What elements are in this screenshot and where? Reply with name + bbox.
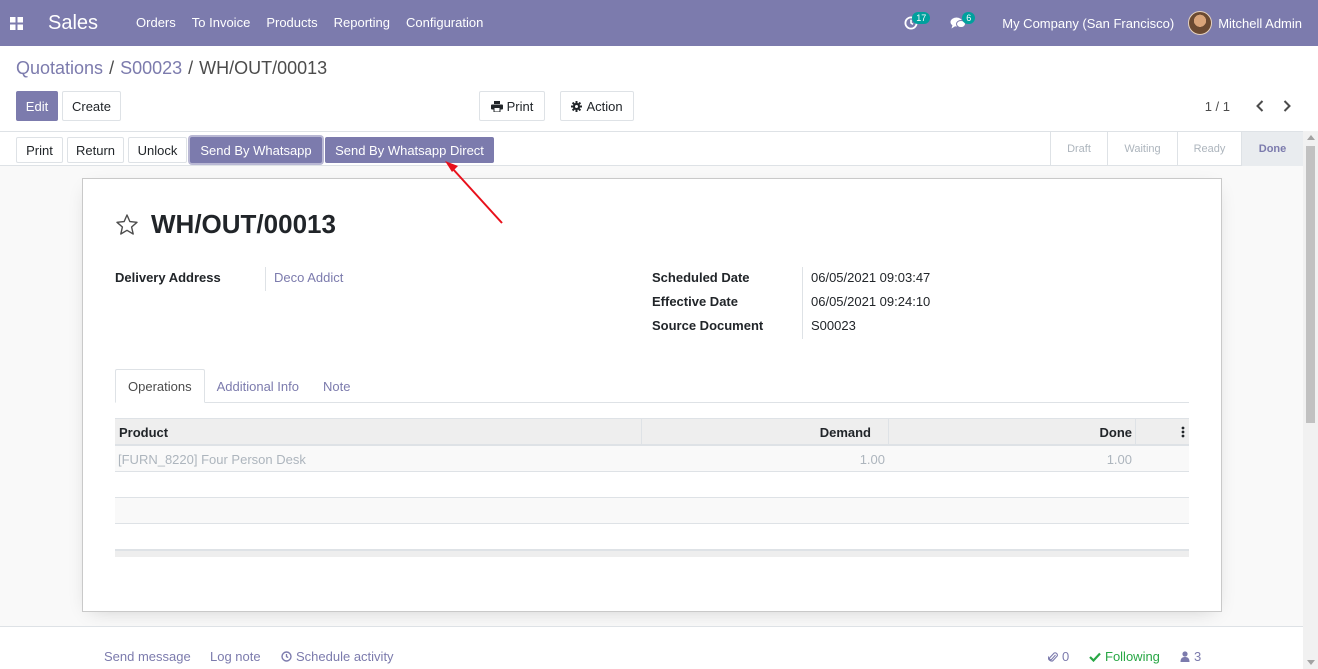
table-header: Product Demand Done	[115, 418, 1189, 446]
top-navbar: Sales Orders To Invoice Products Reporti…	[0, 0, 1318, 46]
scheduled-date-label: Scheduled Date	[652, 270, 750, 285]
menu-item-orders[interactable]: Orders	[128, 0, 184, 46]
pager-next-icon[interactable]	[1279, 97, 1295, 115]
stage-draft[interactable]: Draft	[1050, 132, 1107, 166]
followers-count: 3	[1194, 649, 1202, 664]
print-button[interactable]: Print	[16, 137, 63, 163]
pager-value[interactable]: 1 / 1	[1205, 99, 1230, 114]
column-header-demand[interactable]: Demand	[641, 419, 889, 445]
stage-done-label: Done	[1258, 143, 1287, 155]
star-icon[interactable]	[115, 213, 139, 237]
breadcrumb-separator: /	[188, 58, 194, 78]
following-button[interactable]: Following	[1089, 649, 1160, 664]
chatter-topbar: Send message Log note Schedule activity …	[0, 626, 1303, 669]
stage-ready-label: Ready	[1193, 143, 1226, 155]
row-demand: 1.00	[859, 451, 885, 467]
check-icon	[1089, 652, 1101, 662]
row-done: 1.00	[1106, 451, 1132, 467]
optional-columns-icon[interactable]	[1135, 419, 1189, 445]
print-dropdown[interactable]: Print	[479, 91, 545, 121]
table-footer	[115, 550, 1189, 557]
edit-button[interactable]: Edit	[16, 91, 58, 121]
pager-previous-icon[interactable]	[1252, 97, 1268, 115]
notebook-tabs: Operations Additional Info Note	[115, 369, 1189, 403]
operations-table: Product Demand Done [FURN_8220] Four Per…	[115, 418, 1189, 557]
menu-item-reporting[interactable]: Reporting	[326, 0, 398, 46]
main-menu: Orders To Invoice Products Reporting Con…	[128, 0, 491, 46]
user-icon	[1180, 651, 1190, 662]
menu-item-configuration[interactable]: Configuration	[398, 0, 491, 46]
action-dropdown-label: Action	[586, 98, 623, 114]
activity-count-badge: 17	[912, 12, 931, 24]
field-divider	[802, 267, 803, 339]
stage-waiting[interactable]: Waiting	[1107, 132, 1177, 166]
column-header-done[interactable]: Done	[888, 419, 1136, 445]
form-sheet: WH/OUT/00013 Delivery Address Deco Addic…	[82, 178, 1222, 612]
attachments-count: 0	[1062, 649, 1070, 664]
tab-note[interactable]: Note	[311, 369, 362, 403]
attachments-button[interactable]: 0	[1048, 649, 1069, 664]
schedule-activity-label: Schedule activity	[296, 649, 394, 664]
send-message-button[interactable]: Send message	[104, 649, 191, 664]
menu-item-to-invoice[interactable]: To Invoice	[184, 0, 259, 46]
schedule-activity-button[interactable]: Schedule activity	[281, 649, 394, 664]
stage-ready[interactable]: Ready	[1177, 132, 1241, 166]
tab-additional-info[interactable]: Additional Info	[205, 369, 311, 403]
apps-menu-icon[interactable]	[0, 0, 32, 46]
unlock-button[interactable]: Unlock	[128, 137, 187, 163]
print-dropdown-label: Print	[506, 98, 534, 114]
activity-menu[interactable]: 17	[894, 0, 940, 46]
table-row[interactable]: [FURN_8220] Four Person Desk 1.00 1.00	[115, 446, 1189, 472]
company-switcher[interactable]: My Company (San Francisco)	[988, 16, 1188, 31]
app-name[interactable]: Sales	[48, 12, 98, 35]
return-button[interactable]: Return	[67, 137, 124, 163]
messaging-menu[interactable]: 6	[940, 0, 988, 46]
send-by-whatsapp-direct-button[interactable]: Send By Whatsapp Direct	[325, 137, 494, 163]
breadcrumb-sale-order[interactable]: S00023	[120, 58, 182, 79]
following-label: Following	[1105, 649, 1160, 664]
breadcrumb-current: WH/OUT/00013	[199, 58, 328, 78]
breadcrumb-quotations[interactable]: Quotations	[16, 58, 103, 79]
form-statusbar: Print Return Unlock Send By Whatsapp Sen…	[0, 131, 1303, 166]
menu-item-products[interactable]: Products	[258, 0, 325, 46]
scrollbar[interactable]	[1303, 131, 1318, 669]
message-count-badge: 6	[962, 12, 976, 24]
source-document-value: S00023	[811, 318, 856, 333]
scroll-down-arrow-icon[interactable]	[1307, 660, 1315, 665]
breadcrumb: Quotations / S00023 / WH/OUT/00013	[16, 58, 327, 79]
table-row-empty	[115, 498, 1189, 524]
scroll-up-arrow-icon[interactable]	[1307, 135, 1315, 140]
create-button[interactable]: Create	[62, 91, 121, 121]
stage-waiting-label: Waiting	[1124, 143, 1161, 155]
tab-operations[interactable]: Operations	[115, 369, 205, 403]
followers-button[interactable]: 3	[1180, 649, 1201, 664]
clock-icon	[281, 651, 292, 662]
delivery-address-label: Delivery Address	[115, 270, 221, 285]
gear-icon	[571, 100, 583, 112]
field-divider	[265, 267, 266, 291]
table-row-empty	[115, 524, 1189, 550]
user-menu[interactable]: Mitchell Admin	[1188, 11, 1318, 35]
action-dropdown[interactable]: Action	[560, 91, 634, 121]
record-title: WH/OUT/00013	[151, 209, 336, 239]
effective-date-label: Effective Date	[652, 294, 738, 309]
log-note-button[interactable]: Log note	[210, 649, 261, 664]
delivery-address-field[interactable]: Deco Addict	[274, 270, 343, 285]
scrollbar-thumb[interactable]	[1306, 146, 1315, 423]
table-row-empty	[115, 472, 1189, 498]
stage-pipeline: Draft Waiting Ready Done	[1050, 132, 1303, 166]
effective-date-value: 06/05/2021 09:24:10	[811, 294, 931, 309]
stage-draft-label: Draft	[1067, 143, 1091, 155]
scheduled-date-value: 06/05/2021 09:03:47	[811, 270, 931, 285]
source-document-label: Source Document	[652, 318, 764, 333]
send-by-whatsapp-button[interactable]: Send By Whatsapp	[190, 137, 322, 163]
column-header-product[interactable]: Product	[119, 419, 168, 445]
paperclip-icon	[1048, 651, 1058, 663]
avatar	[1188, 11, 1213, 35]
user-name: Mitchell Admin	[1218, 15, 1302, 31]
breadcrumb-separator: /	[109, 58, 115, 78]
stage-done[interactable]: Done	[1241, 132, 1303, 166]
print-icon	[490, 100, 503, 112]
row-product: [FURN_8220] Four Person Desk	[118, 451, 306, 467]
